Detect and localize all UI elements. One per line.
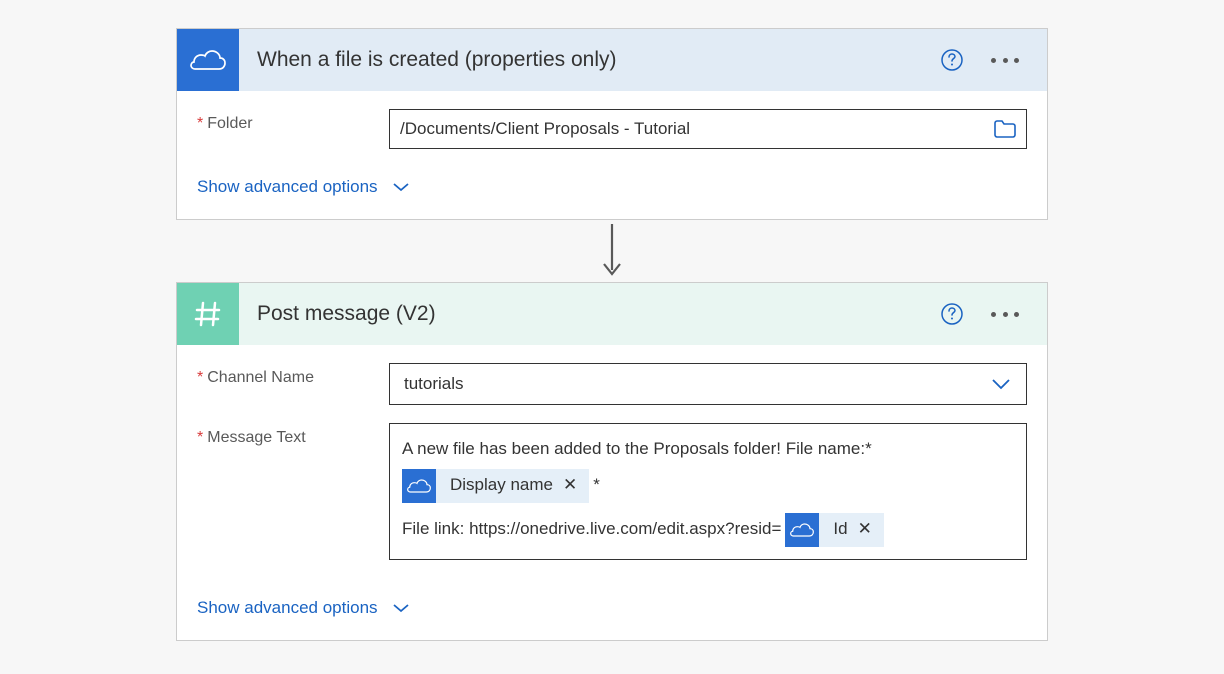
message-text-segment: * — [593, 470, 600, 501]
folder-picker-icon[interactable] — [994, 120, 1016, 138]
cloud-icon — [189, 48, 227, 72]
action-title: Post message (V2) — [239, 302, 941, 326]
folder-row: *Folder /Documents/Client Proposals - Tu… — [197, 109, 1027, 149]
required-marker: * — [197, 369, 203, 386]
action-header[interactable]: Post message (V2) — [177, 283, 1047, 345]
chevron-down-icon — [392, 603, 410, 613]
channel-value: tutorials — [404, 374, 990, 394]
onedrive-token-icon-box — [785, 513, 819, 547]
dynamic-token-display-name[interactable]: Display name ✕ — [402, 469, 589, 503]
trigger-card: When a file is created (properties only)… — [176, 28, 1048, 220]
flow-arrow — [599, 220, 625, 282]
help-icon[interactable] — [941, 49, 963, 71]
message-label: *Message Text — [197, 423, 389, 447]
trigger-header[interactable]: When a file is created (properties only) — [177, 29, 1047, 91]
dynamic-token-id[interactable]: Id ✕ — [785, 513, 883, 547]
more-icon[interactable] — [991, 311, 1019, 317]
required-marker: * — [197, 429, 203, 446]
message-text-input[interactable]: A new file has been added to the Proposa… — [389, 423, 1027, 560]
onedrive-icon-box — [177, 29, 239, 91]
channel-select[interactable]: tutorials — [389, 363, 1027, 405]
help-icon[interactable] — [941, 303, 963, 325]
required-marker: * — [197, 115, 203, 132]
message-text-segment: File link: https://onedrive.live.com/edi… — [402, 514, 781, 545]
chevron-down-icon — [990, 378, 1012, 390]
cloud-icon — [406, 478, 432, 494]
show-advanced-trigger[interactable]: Show advanced options — [197, 167, 410, 203]
folder-value: /Documents/Client Proposals - Tutorial — [400, 119, 994, 139]
folder-input[interactable]: /Documents/Client Proposals - Tutorial — [389, 109, 1027, 149]
channel-label: *Channel Name — [197, 363, 389, 387]
hash-icon — [192, 298, 224, 330]
more-icon[interactable] — [991, 57, 1019, 63]
channel-row: *Channel Name tutorials — [197, 363, 1027, 405]
message-text-segment: A new file has been added to the Proposa… — [402, 434, 872, 465]
onedrive-token-icon-box — [402, 469, 436, 503]
action-card: Post message (V2) *Channel Name tutorial… — [176, 282, 1048, 641]
token-remove-icon[interactable]: ✕ — [563, 470, 589, 501]
message-row: *Message Text A new file has been added … — [197, 423, 1027, 560]
trigger-title: When a file is created (properties only) — [239, 48, 941, 72]
trigger-body: *Folder /Documents/Client Proposals - Tu… — [177, 91, 1047, 219]
action-body: *Channel Name tutorials *Message Text A … — [177, 345, 1047, 640]
show-advanced-action[interactable]: Show advanced options — [197, 588, 410, 624]
cloud-icon — [789, 522, 815, 538]
slack-icon-box — [177, 283, 239, 345]
token-remove-icon[interactable]: ✕ — [858, 514, 884, 545]
token-label: Display name — [436, 470, 563, 501]
chevron-down-icon — [392, 182, 410, 192]
folder-label: *Folder — [197, 109, 389, 133]
token-label: Id — [819, 514, 857, 545]
